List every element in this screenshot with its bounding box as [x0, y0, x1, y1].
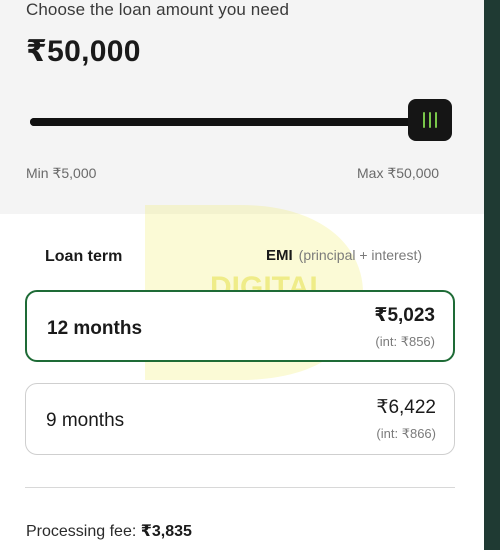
right-edge-strip	[484, 0, 500, 550]
loan-term-header: Loan term	[45, 248, 123, 265]
loan-amount-panel: Choose the loan amount you need ₹50,000 …	[0, 0, 484, 214]
emi-header-label: EMI	[266, 247, 293, 264]
min-amount-label: Min ₹5,000	[26, 165, 97, 181]
term-option-label: 12 months	[47, 318, 143, 339]
section-divider	[25, 487, 455, 488]
emi-header: EMI (principal + interest)	[266, 247, 422, 264]
term-option-9-months[interactable]: 9 months ₹6,422 (int: ₹866)	[25, 383, 455, 455]
max-amount-label: Max ₹50,000	[357, 165, 440, 181]
amount-slider-track[interactable]	[30, 118, 430, 126]
grip-line-icon	[423, 112, 425, 128]
term-option-12-months[interactable]: 12 months ₹5,023 (int: ₹856)	[25, 290, 455, 362]
processing-fee-label: Processing fee:	[26, 523, 137, 540]
selected-amount: ₹50,000	[26, 35, 141, 68]
grip-line-icon	[429, 112, 431, 128]
amount-slider-fill	[30, 118, 430, 126]
term-option-interest: (int: ₹856)	[375, 334, 435, 349]
term-option-label: 9 months	[46, 410, 125, 431]
term-option-interest: (int: ₹866)	[376, 426, 436, 441]
processing-fee: Processing fee: ₹3,835	[26, 521, 192, 541]
processing-fee-value: ₹3,835	[140, 523, 192, 540]
amount-prompt: Choose the loan amount you need	[26, 0, 290, 19]
emi-header-sub: (principal + interest)	[298, 247, 422, 263]
term-option-emi: ₹5,023	[374, 305, 435, 326]
amount-slider-thumb[interactable]	[408, 99, 452, 141]
grip-line-icon	[435, 112, 437, 128]
term-option-emi: ₹6,422	[376, 397, 436, 418]
